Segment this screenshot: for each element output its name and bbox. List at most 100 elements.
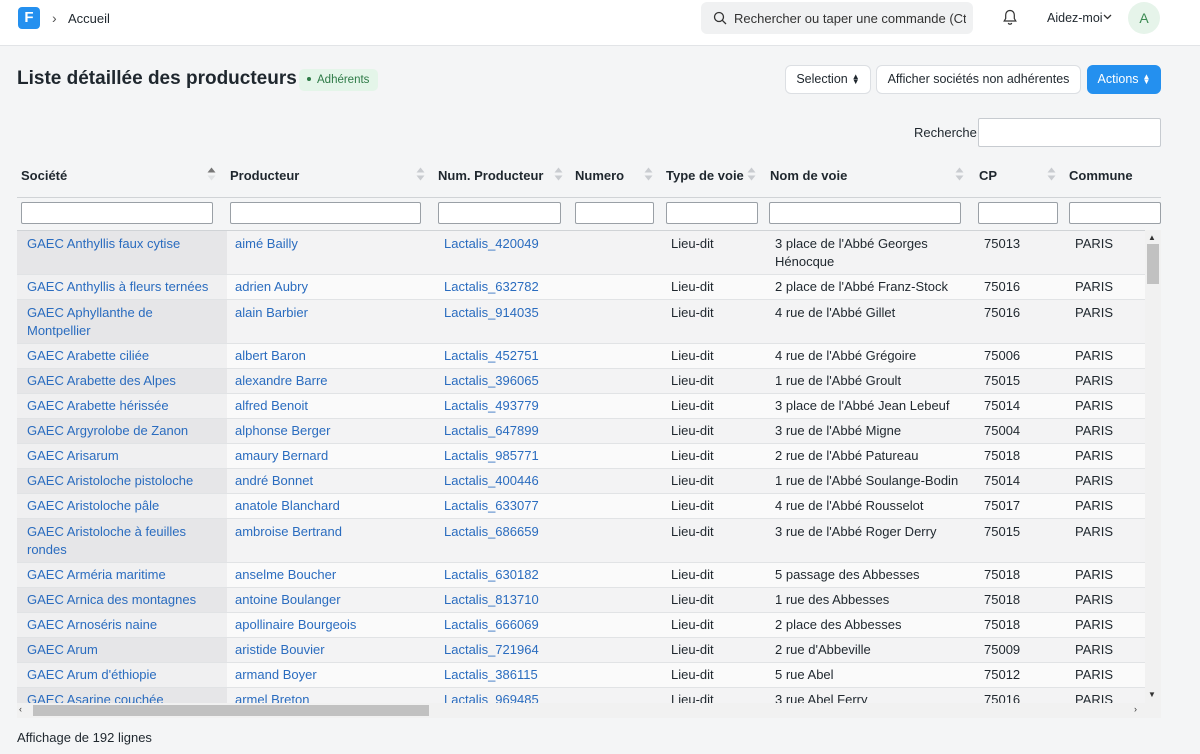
column-header[interactable]: Commune [1069, 168, 1133, 183]
table-cell-link[interactable]: armand Boyer [235, 666, 425, 684]
vertical-scrollbar[interactable] [1145, 230, 1161, 703]
table-cell-link[interactable]: Lactalis_452751 [444, 347, 564, 365]
table-cell-link[interactable]: GAEC Arnoséris naine [27, 616, 217, 634]
table-cell-link[interactable]: alain Barbier [235, 304, 425, 322]
table-cell-link[interactable]: GAEC Arabette des Alpes [27, 372, 217, 390]
table-cell-link[interactable]: Lactalis_813710 [444, 591, 564, 609]
actions-button[interactable]: Actions ▲ ▼ [1087, 65, 1161, 94]
avatar[interactable]: A [1128, 2, 1160, 34]
sort-icon[interactable] [644, 166, 653, 182]
scroll-right-icon[interactable]: › [1134, 704, 1137, 714]
table-cell-link[interactable]: ambroise Bertrand [235, 523, 425, 541]
sort-icon[interactable] [747, 166, 756, 182]
sort-icon[interactable] [207, 166, 216, 182]
table-cell-link[interactable]: anatole Blanchard [235, 497, 425, 515]
table-cell-link[interactable]: Lactalis_396065 [444, 372, 564, 390]
table-cell-link[interactable]: Lactalis_985771 [444, 447, 564, 465]
table-cell-link[interactable]: alfred Benoit [235, 397, 425, 415]
search-input[interactable]: Rechercher ou taper une commande (Ctrl +… [734, 11, 966, 26]
column-header[interactable]: Nom de voie [770, 168, 847, 183]
table-cell-link[interactable]: GAEC Aphyllanthe de Montpellier [27, 304, 217, 340]
recherche-input[interactable] [978, 118, 1161, 147]
sort-icon[interactable] [1047, 166, 1056, 182]
column-filter-input[interactable] [230, 202, 421, 224]
app-logo[interactable]: F [18, 7, 40, 29]
column-filter-input[interactable] [575, 202, 654, 224]
table-cell: 75016 [984, 304, 1021, 320]
table-cell-link[interactable]: albert Baron [235, 347, 425, 365]
scroll-down-icon[interactable]: ▼ [1148, 690, 1156, 699]
table-cell-link[interactable]: Lactalis_647899 [444, 422, 564, 440]
scroll-up-icon[interactable]: ▲ [1148, 233, 1156, 242]
show-non-adherent-button[interactable]: Afficher sociétés non adhérentes [876, 65, 1081, 94]
column-filter-input[interactable] [21, 202, 213, 224]
table-cell-link[interactable]: GAEC Anthyllis faux cytise [27, 235, 217, 253]
vertical-scroll-thumb[interactable] [1147, 244, 1159, 284]
table-cell-link[interactable]: Lactalis_493779 [444, 397, 564, 415]
table-cell-link[interactable]: GAEC Argyrolobe de Zanon [27, 422, 217, 440]
table-cell-link[interactable]: GAEC Arabette ciliée [27, 347, 217, 365]
navbar: F › Accueil Rechercher ou taper une comm… [0, 0, 1200, 46]
column-filter-input[interactable] [1069, 202, 1161, 224]
table-cell-link[interactable]: alphonse Berger [235, 422, 425, 440]
table-cell-link[interactable]: Lactalis_400446 [444, 472, 564, 490]
bell-icon[interactable] [1002, 9, 1018, 26]
table-cell-link[interactable]: GAEC Arabette hérissée [27, 397, 217, 415]
column-header[interactable]: Numero [575, 168, 624, 183]
table-cell-link[interactable]: GAEC Arméria maritime [27, 566, 217, 584]
table-cell-link[interactable]: amaury Bernard [235, 447, 425, 465]
table-cell-link[interactable]: Lactalis_633077 [444, 497, 564, 515]
table-cell-link[interactable]: Lactalis_686659 [444, 523, 564, 541]
table-cell: PARIS [1075, 304, 1114, 320]
column-header[interactable]: CP [979, 168, 997, 183]
table-cell: 3 rue Abel Ferry [775, 692, 868, 703]
column-header[interactable]: Num. Producteur [438, 168, 543, 183]
column-filter-input[interactable] [769, 202, 961, 224]
table-row: GAEC Arnoséris naine apollinaire Bourgeoi… [17, 613, 1145, 638]
table-cell-link[interactable]: GAEC Arum [27, 641, 217, 659]
table-cell-link[interactable]: anselme Boucher [235, 566, 425, 584]
scroll-left-icon[interactable]: ‹ [19, 704, 22, 714]
table-cell-link[interactable]: Lactalis_969485 [444, 691, 564, 703]
awesomebar-search[interactable]: Rechercher ou taper une commande (Ctrl +… [701, 2, 973, 34]
table-cell-link[interactable]: GAEC Arum d'éthiopie [27, 666, 217, 684]
table-cell-link[interactable]: GAEC Anthyllis à fleurs ternées [27, 278, 217, 296]
table-cell-link[interactable]: Lactalis_721964 [444, 641, 564, 659]
table-row: GAEC Aristoloche à feuilles rondes ambroi… [17, 519, 1145, 563]
table-cell-link[interactable]: andré Bonnet [235, 472, 425, 490]
table-cell-link[interactable]: Lactalis_632782 [444, 278, 564, 296]
table-cell-link[interactable]: Lactalis_914035 [444, 304, 564, 322]
table-cell-link[interactable]: GAEC Arisarum [27, 447, 217, 465]
sort-icon[interactable] [955, 166, 964, 182]
selection-button[interactable]: Selection ▲ ▼ [785, 65, 871, 94]
breadcrumb-home[interactable]: Accueil [68, 11, 110, 26]
sort-icon[interactable] [416, 166, 425, 182]
table-cell-link[interactable]: aristide Bouvier [235, 641, 425, 659]
sort-icon[interactable] [554, 166, 563, 182]
table-cell-link[interactable]: apollinaire Bourgeois [235, 616, 425, 634]
table-cell-link[interactable]: alexandre Barre [235, 372, 425, 390]
column-filter-input[interactable] [666, 202, 758, 224]
column-header[interactable]: Société [21, 168, 67, 183]
column-header[interactable]: Producteur [230, 168, 299, 183]
table-cell-link[interactable]: adrien Aubry [235, 278, 425, 296]
table-cell-link[interactable]: GAEC Aristoloche pistoloche [27, 472, 217, 490]
table-cell-link[interactable]: antoine Boulanger [235, 591, 425, 609]
table-cell-link[interactable]: GAEC Arnica des montagnes [27, 591, 217, 609]
column-filter-input[interactable] [438, 202, 561, 224]
table-cell-link[interactable]: Lactalis_666069 [444, 616, 564, 634]
help-dropdown[interactable]: Aidez-moi [1047, 11, 1103, 25]
table-cell-link[interactable]: Lactalis_386115 [444, 666, 564, 684]
table-cell-link[interactable]: Lactalis_420049 [444, 235, 564, 253]
table-cell: PARIS [1075, 617, 1114, 632]
column-header[interactable]: Type de voie [666, 168, 744, 183]
column-filter-input[interactable] [978, 202, 1058, 224]
table-cell-link[interactable]: GAEC Aristoloche pâle [27, 497, 217, 515]
table-cell-link[interactable]: GAEC Asarine couchée [27, 691, 217, 703]
horizontal-scroll-thumb[interactable] [33, 705, 429, 716]
table-cell-link[interactable]: aimé Bailly [235, 235, 425, 253]
table-cell-link[interactable]: armel Breton [235, 691, 425, 703]
table-cell-link[interactable]: GAEC Aristoloche à feuilles rondes [27, 523, 217, 559]
table-cell-link[interactable]: Lactalis_630182 [444, 566, 564, 584]
table-cell: 2 place des Abbesses [775, 617, 902, 632]
